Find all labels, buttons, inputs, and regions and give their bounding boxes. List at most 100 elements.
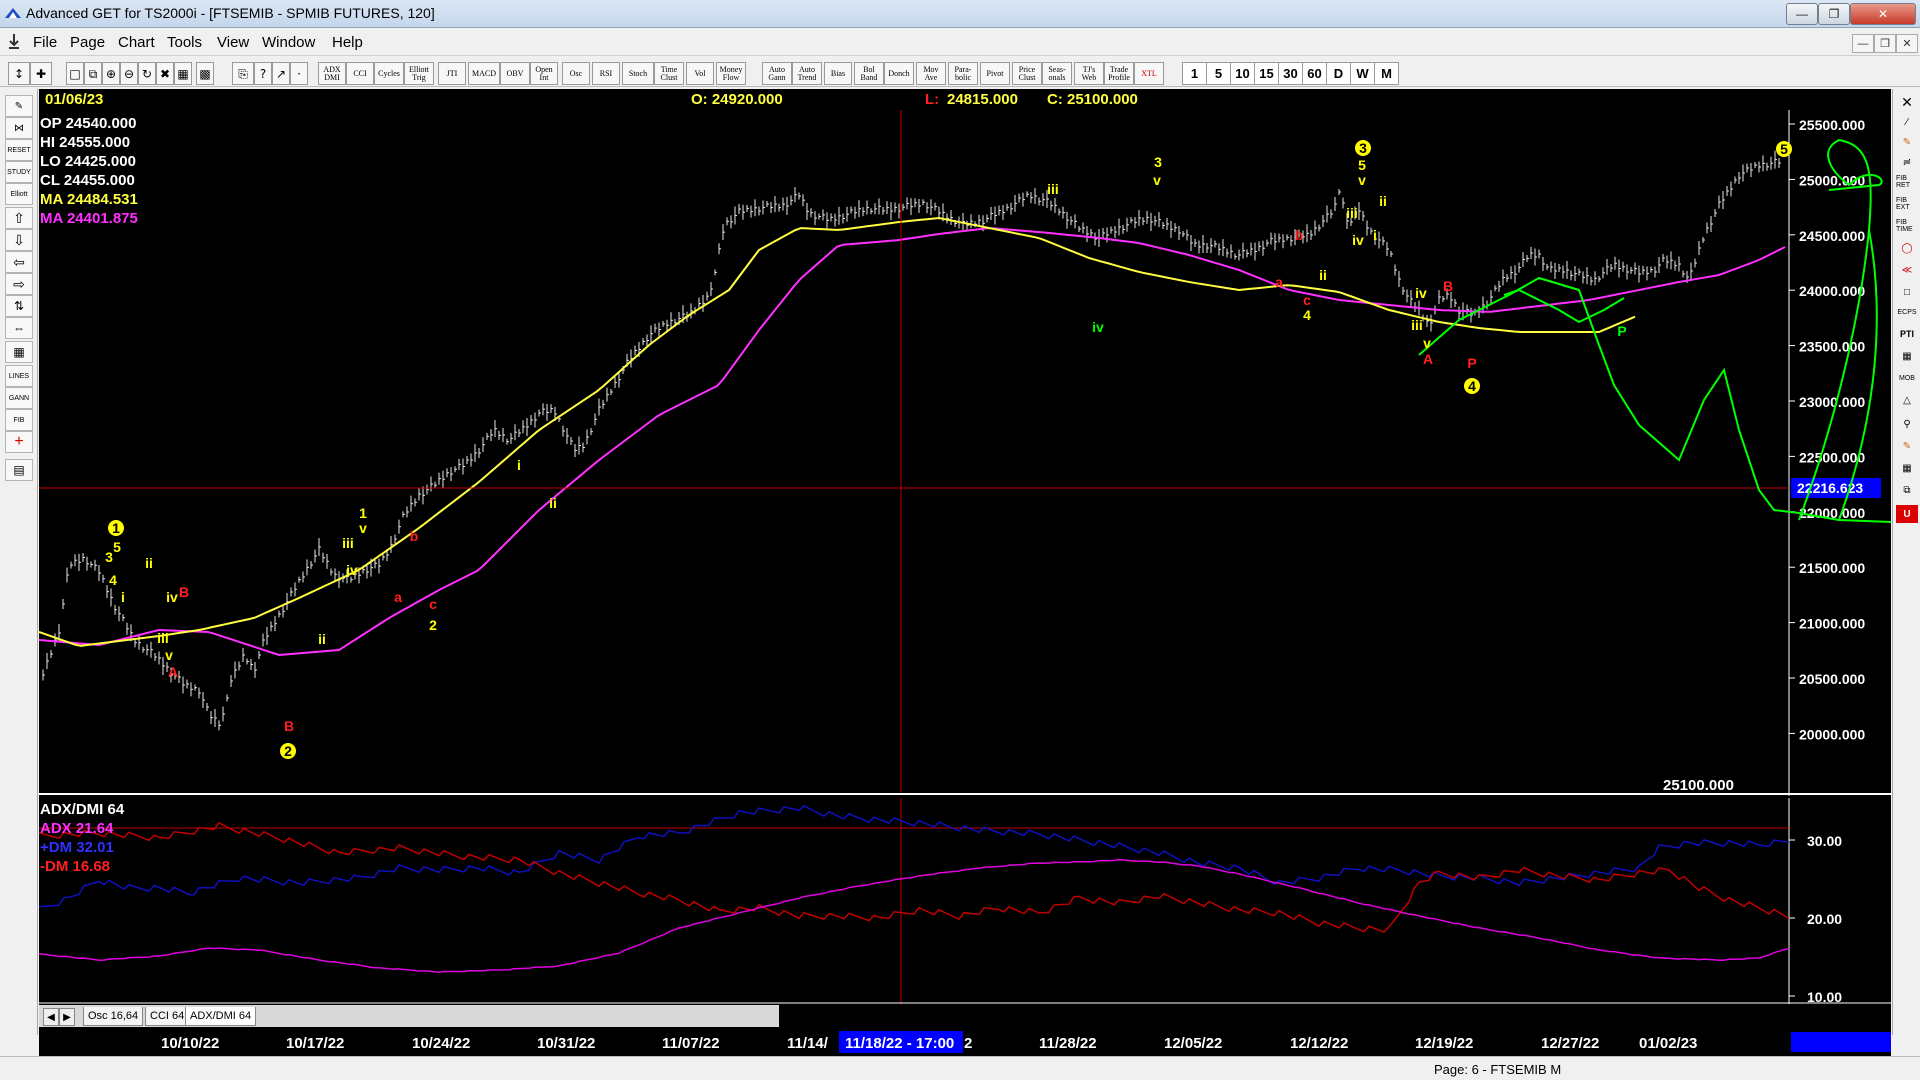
- menu-page[interactable]: Page: [70, 34, 105, 51]
- fib-icon[interactable]: FIB: [5, 409, 33, 431]
- reset-icon[interactable]: RESET: [5, 139, 33, 161]
- pencil-icon[interactable]: ✎: [5, 95, 33, 117]
- timeframe-5[interactable]: 5: [1206, 62, 1231, 85]
- menu-chart[interactable]: Chart: [118, 34, 155, 51]
- crosshair-icon[interactable]: ✚: [30, 62, 52, 85]
- tool-vol[interactable]: Vol: [686, 62, 714, 85]
- tool-auto-gann[interactable]: Auto Gann: [762, 62, 792, 85]
- tool-parabolic[interactable]: Para-bolic: [948, 62, 978, 85]
- price-chart[interactable]: 25500.00025000.00024500.00024000.0002350…: [39, 110, 1891, 796]
- timeframe-10[interactable]: 10: [1230, 62, 1255, 85]
- arrow-right-icon[interactable]: ⇨: [5, 273, 33, 295]
- tool-cci[interactable]: CCI: [346, 62, 374, 85]
- expand-icon[interactable]: ⇔: [5, 317, 33, 339]
- timeframe-d[interactable]: D: [1326, 62, 1351, 85]
- tool-cycles[interactable]: Cycles: [374, 62, 404, 85]
- timeframe-30[interactable]: 30: [1278, 62, 1303, 85]
- arrow-left-icon[interactable]: ⇦: [5, 251, 33, 273]
- triangle-icon[interactable]: △: [1896, 391, 1918, 409]
- tool-money-flow[interactable]: Money Flow: [716, 62, 746, 85]
- tool-stoch[interactable]: Stoch: [622, 62, 654, 85]
- adx-dmi-panel[interactable]: 30.00 20.00 10.00: [39, 798, 1891, 1004]
- tool-seasonals[interactable]: Seas-onals: [1042, 62, 1072, 85]
- bars-icon[interactable]: ⇅: [5, 295, 33, 317]
- mdi-minimize-icon[interactable]: —: [1852, 34, 1874, 53]
- tool-rsi[interactable]: RSI: [592, 62, 620, 85]
- lock-icon[interactable]: ▩: [196, 62, 214, 85]
- box-icon[interactable]: □: [1896, 283, 1918, 301]
- timeframe-15[interactable]: 15: [1254, 62, 1279, 85]
- context-help-icon[interactable]: ↗: [272, 62, 290, 85]
- tool-osc[interactable]: Osc: [562, 62, 590, 85]
- help-icon[interactable]: ?: [254, 62, 272, 85]
- line-draw-icon[interactable]: ∕: [1896, 113, 1918, 131]
- tab-osc[interactable]: Osc 16,64: [83, 1007, 144, 1026]
- tool-bias[interactable]: Bias: [824, 62, 852, 85]
- table-icon[interactable]: ▦: [1896, 347, 1918, 365]
- tab-scroll-right-icon[interactable]: ▶: [59, 1008, 75, 1026]
- pointer-icon[interactable]: ↕: [8, 62, 30, 85]
- menu-view[interactable]: View: [217, 34, 249, 51]
- tool-xtl[interactable]: XTL: [1134, 62, 1164, 85]
- fib-time-icon[interactable]: FIB TIME: [1896, 217, 1918, 235]
- tab-scroll-left-icon[interactable]: ◀: [43, 1008, 59, 1026]
- mdi-restore-icon[interactable]: ❐: [1874, 34, 1896, 53]
- tool-pivot[interactable]: Pivot: [980, 62, 1010, 85]
- layers-icon[interactable]: ▦: [1896, 459, 1918, 477]
- channel-icon[interactable]: ≓: [1896, 153, 1918, 171]
- delete-icon[interactable]: ✖: [156, 62, 174, 85]
- arrow-down-icon[interactable]: ⇩: [5, 229, 33, 251]
- circle-icon[interactable]: ◯: [1896, 239, 1918, 257]
- tool-adx-dmi[interactable]: ADX DMI: [318, 62, 346, 85]
- tool-donch[interactable]: Donch: [884, 62, 914, 85]
- menu-help[interactable]: Help: [332, 34, 363, 51]
- save-icon[interactable]: ▤: [5, 459, 33, 481]
- undo-icon[interactable]: U: [1896, 505, 1918, 523]
- timeframe-m[interactable]: M: [1374, 62, 1399, 85]
- timeframe-w[interactable]: W: [1350, 62, 1375, 85]
- minimize-icon[interactable]: —: [1786, 3, 1818, 25]
- fib-ret-icon[interactable]: FIB RET: [1896, 173, 1918, 191]
- ecps-icon[interactable]: ECPS: [1896, 303, 1918, 321]
- timeframe-1[interactable]: 1: [1182, 62, 1207, 85]
- copy-tool-icon[interactable]: ⧉: [1896, 481, 1918, 499]
- tool-auto-trend[interactable]: Auto Trend: [792, 62, 822, 85]
- print-icon[interactable]: ⎘: [232, 62, 254, 85]
- grid-icon[interactable]: ▦: [174, 62, 192, 85]
- tab-cci[interactable]: CCI 64: [145, 1007, 190, 1026]
- cross-x-icon[interactable]: ✕: [1896, 93, 1918, 111]
- pti-icon[interactable]: PTI: [1896, 325, 1918, 343]
- tab-adx-dmi[interactable]: ADX/DMI 64: [185, 1007, 257, 1026]
- maximize-icon[interactable]: ❐: [1818, 3, 1850, 25]
- mob-icon[interactable]: MOB: [1896, 369, 1918, 387]
- elliott-icon[interactable]: Elliott: [5, 183, 33, 205]
- tool-mov-ave[interactable]: Mov Ave: [916, 62, 946, 85]
- new-icon[interactable]: □: [66, 62, 84, 85]
- grid-tool-icon[interactable]: ▦: [5, 341, 33, 363]
- zoom-in-icon[interactable]: ⊕: [102, 62, 120, 85]
- tool-trade-profile[interactable]: Trade Profile: [1104, 62, 1134, 85]
- tool-elliott-trig[interactable]: Elliott Trig: [404, 62, 434, 85]
- magnifier-icon[interactable]: ⚲: [1896, 415, 1918, 433]
- lines-icon[interactable]: LINES: [5, 365, 33, 387]
- menu-tools[interactable]: Tools: [167, 34, 202, 51]
- tool-obv[interactable]: OBV: [500, 62, 530, 85]
- cross-tool-icon[interactable]: +: [5, 431, 33, 453]
- mdi-close-icon[interactable]: ✕: [1896, 34, 1918, 53]
- pen-icon[interactable]: ✎: [1896, 133, 1918, 151]
- tool-bol-band[interactable]: Bol Band: [854, 62, 884, 85]
- study-icon[interactable]: STUDY: [5, 161, 33, 183]
- dash-icon[interactable]: ·: [290, 62, 308, 85]
- zoom-out-icon[interactable]: ⊖: [120, 62, 138, 85]
- tool-tjs-web[interactable]: TJ's Web: [1074, 62, 1104, 85]
- tool-macd[interactable]: MACD: [468, 62, 500, 85]
- close-icon[interactable]: ✕: [1850, 3, 1916, 25]
- tool-time-clust[interactable]: Time Clust: [654, 62, 684, 85]
- gann-icon[interactable]: GANN: [5, 387, 33, 409]
- arrow-up-icon[interactable]: ⇧: [5, 207, 33, 229]
- refresh-icon[interactable]: ↻: [138, 62, 156, 85]
- brush-icon[interactable]: ✎: [1896, 437, 1918, 455]
- copy-icon[interactable]: ⧉: [84, 62, 102, 85]
- menu-window[interactable]: Window: [262, 34, 315, 51]
- fib-ext-icon[interactable]: FIB EXT: [1896, 195, 1918, 213]
